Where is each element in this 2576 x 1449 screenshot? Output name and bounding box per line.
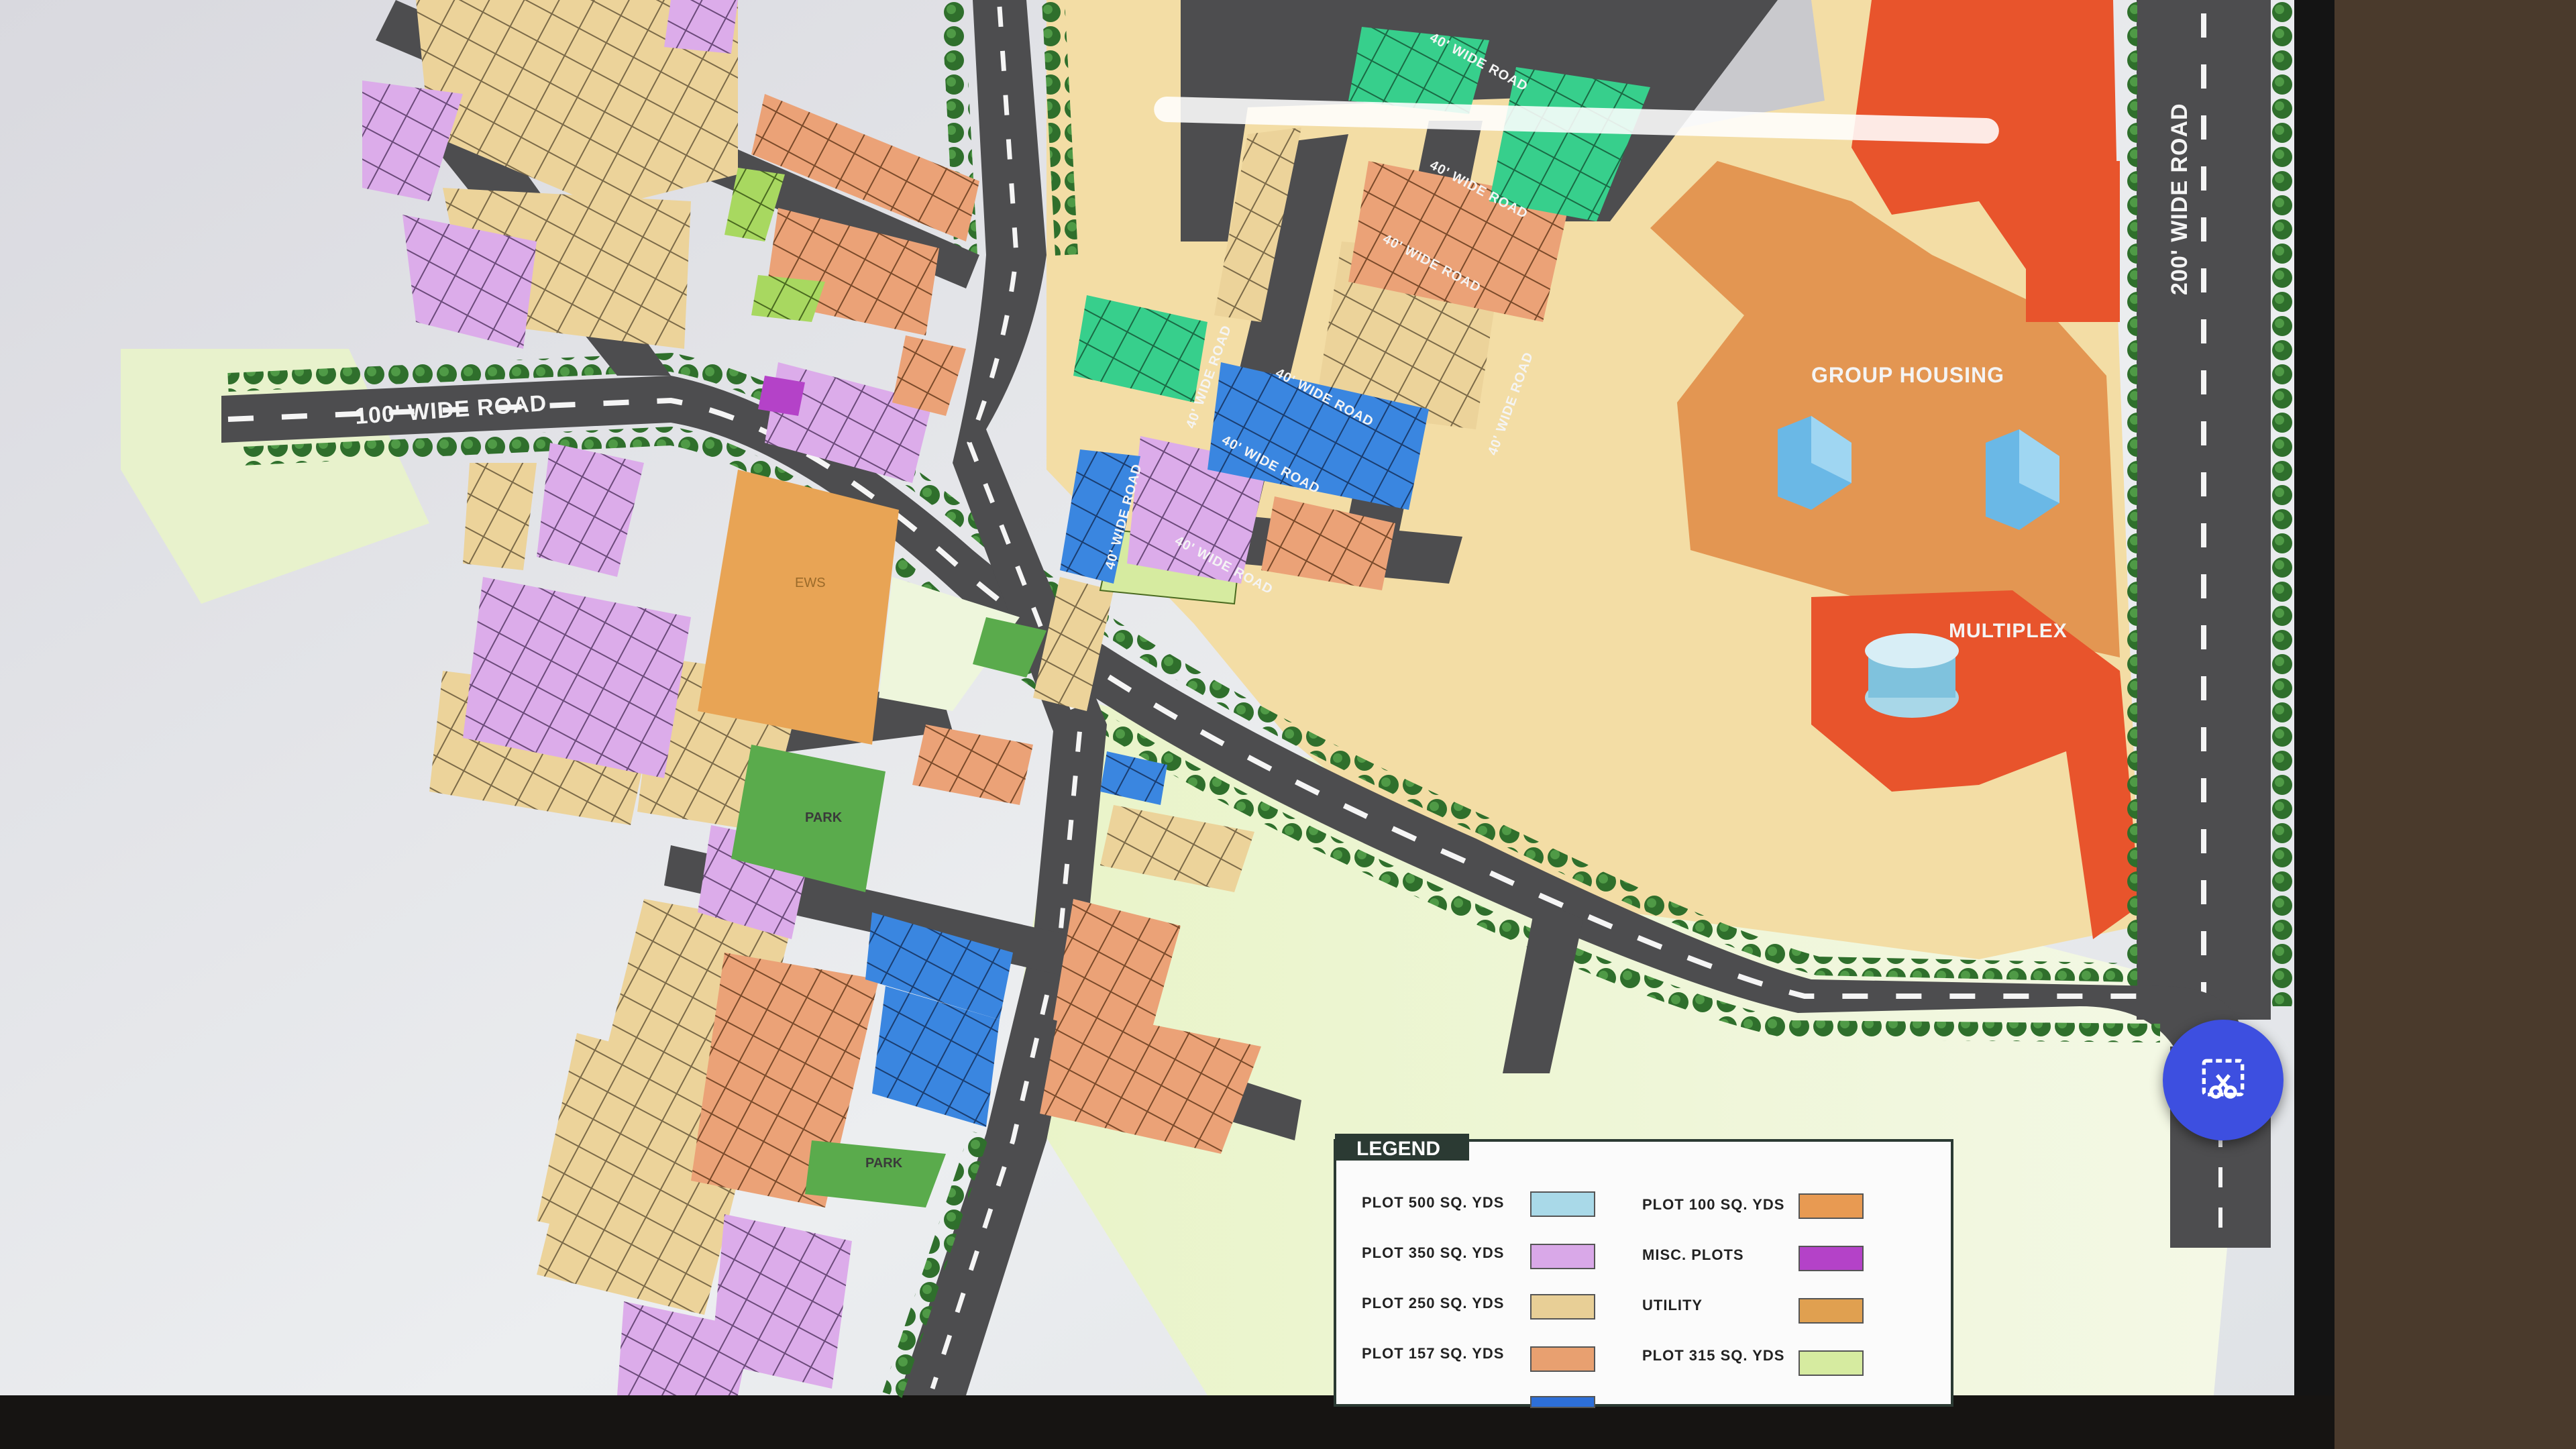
legend: LEGEND PLOT 500 SQ. YDS PLOT 100 SQ. YDS… — [1334, 1134, 1953, 1408]
legend-swatch-0 — [1530, 1191, 1595, 1217]
site-map: 100' WIDE ROAD 200' WIDE ROAD 40' WIDE R… — [0, 0, 2576, 1449]
legend-label-4: PLOT 250 SQ. YDS — [1362, 1295, 1504, 1311]
park-label-2: PARK — [865, 1156, 903, 1171]
legend-title: LEGEND — [1356, 1138, 1440, 1160]
legend-label-0: PLOT 500 SQ. YDS — [1362, 1194, 1504, 1211]
group-housing-label: GROUP HOUSING — [1811, 363, 2004, 387]
legend-swatch-6 — [1530, 1346, 1595, 1372]
legend-swatch-1 — [1799, 1193, 1864, 1219]
screenshot-capture-icon — [2202, 1059, 2245, 1099]
monitor-edge — [2294, 0, 2334, 1415]
screenshot-capture-button[interactable] — [2163, 1020, 2284, 1140]
legend-label-3: MISC. PLOTS — [1642, 1246, 1744, 1263]
commercial-strip — [2026, 161, 2120, 322]
road-label-200ft: 200' WIDE ROAD — [2167, 103, 2192, 295]
legend-swatch-4 — [1530, 1294, 1595, 1320]
legend-label-1: PLOT 100 SQ. YDS — [1642, 1196, 1784, 1213]
legend-label-5: UTILITY — [1642, 1297, 1703, 1313]
legend-label-6: PLOT 157 SQ. YDS — [1362, 1345, 1504, 1362]
legend-swatch-7 — [1799, 1350, 1864, 1376]
legend-swatch-5 — [1799, 1298, 1864, 1324]
multiplex-building-icon — [1865, 633, 1959, 718]
monitor-bottom-bezel — [0, 1395, 2334, 1449]
park-label-1: PARK — [805, 810, 843, 825]
background-wall — [2328, 0, 2576, 1449]
legend-swatch-2 — [1530, 1244, 1595, 1269]
legend-label-2: PLOT 350 SQ. YDS — [1362, 1244, 1504, 1261]
legend-swatch-8 — [1530, 1396, 1595, 1408]
road-200ft — [2137, 0, 2271, 1020]
multiplex-label: MULTIPLEX — [1949, 620, 2068, 642]
legend-swatch-3 — [1799, 1246, 1864, 1271]
misc-plot — [758, 376, 805, 416]
legend-label-7: PLOT 315 SQ. YDS — [1642, 1347, 1784, 1364]
ews-label: EWS — [795, 576, 826, 590]
